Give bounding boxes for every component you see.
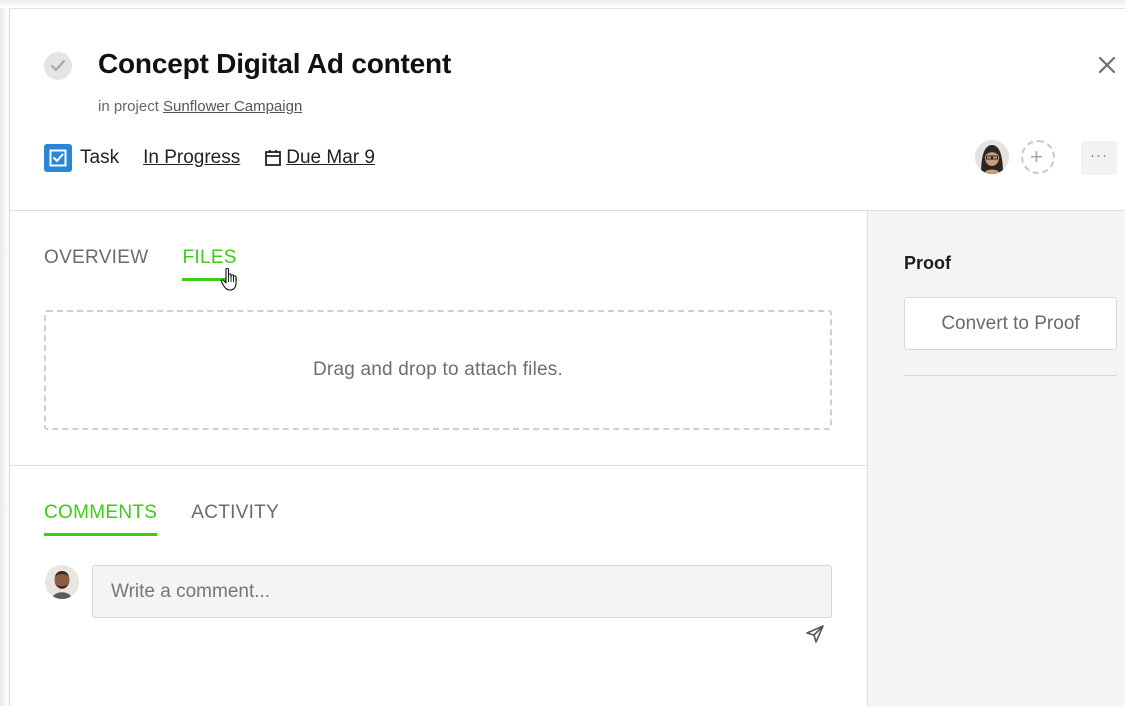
project-line: in project Sunflower Campaign	[98, 98, 302, 115]
assignee-avatar[interactable]	[975, 140, 1009, 174]
window-shadow-top	[0, 0, 1125, 8]
hand-cursor-icon	[220, 266, 242, 297]
window-shadow-left	[0, 0, 9, 706]
due-date-link[interactable]: Due Mar 9	[264, 147, 375, 169]
discussion-tabs: COMMENTS ACTIVITY	[44, 502, 313, 536]
task-title[interactable]: Concept Digital Ad content	[98, 48, 451, 80]
tab-overview[interactable]: OVERVIEW	[44, 247, 148, 269]
commenter-avatar	[45, 565, 79, 599]
project-link[interactable]: Sunflower Campaign	[163, 98, 302, 115]
tab-activity[interactable]: ACTIVITY	[191, 502, 279, 524]
section-divider	[10, 465, 867, 466]
more-icon[interactable]: ···	[1081, 141, 1117, 175]
close-icon[interactable]	[1095, 53, 1119, 77]
check-circle-icon[interactable]	[44, 52, 72, 80]
add-member-symbol: +	[1030, 144, 1043, 169]
proof-heading: Proof	[904, 253, 951, 273]
more-symbol: ···	[1090, 147, 1108, 164]
task-type-label[interactable]: Task	[80, 147, 119, 169]
dropzone-text: Drag and drop to attach files.	[313, 359, 563, 380]
due-date-label: Due Mar 9	[286, 147, 375, 168]
task-meta: Task In Progress Due Mar 9	[44, 143, 375, 173]
send-icon[interactable]	[805, 624, 825, 649]
tab-comments[interactable]: COMMENTS	[44, 502, 158, 536]
task-icon	[44, 144, 72, 172]
add-person-icon[interactable]: +	[1021, 140, 1055, 174]
convert-to-proof-button[interactable]: Convert to Proof	[904, 297, 1117, 350]
comment-input[interactable]	[92, 565, 832, 618]
task-panel: Concept Digital Ad content in project Su…	[9, 8, 1125, 707]
proof-divider	[904, 375, 1117, 376]
file-dropzone[interactable]: Drag and drop to attach files.	[44, 310, 832, 430]
task-detail-window: Concept Digital Ad content in project Su…	[0, 0, 1125, 707]
calendar-icon	[265, 150, 282, 166]
project-prefix: in project	[98, 98, 159, 115]
proof-sidebar	[867, 211, 1125, 707]
status-link[interactable]: In Progress	[143, 147, 240, 169]
